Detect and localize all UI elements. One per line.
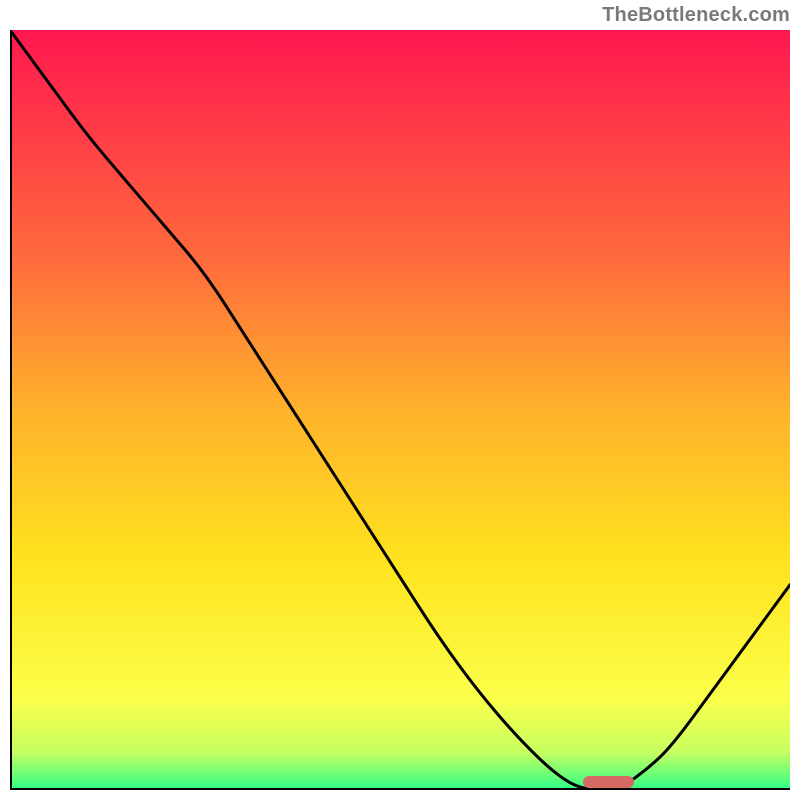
bottleneck-curve (10, 30, 790, 790)
attribution-text: TheBottleneck.com (602, 4, 790, 27)
optimum-interval-marker (583, 776, 634, 788)
y-axis (10, 30, 12, 790)
x-axis (10, 788, 790, 790)
bottleneck-chart (10, 30, 790, 790)
